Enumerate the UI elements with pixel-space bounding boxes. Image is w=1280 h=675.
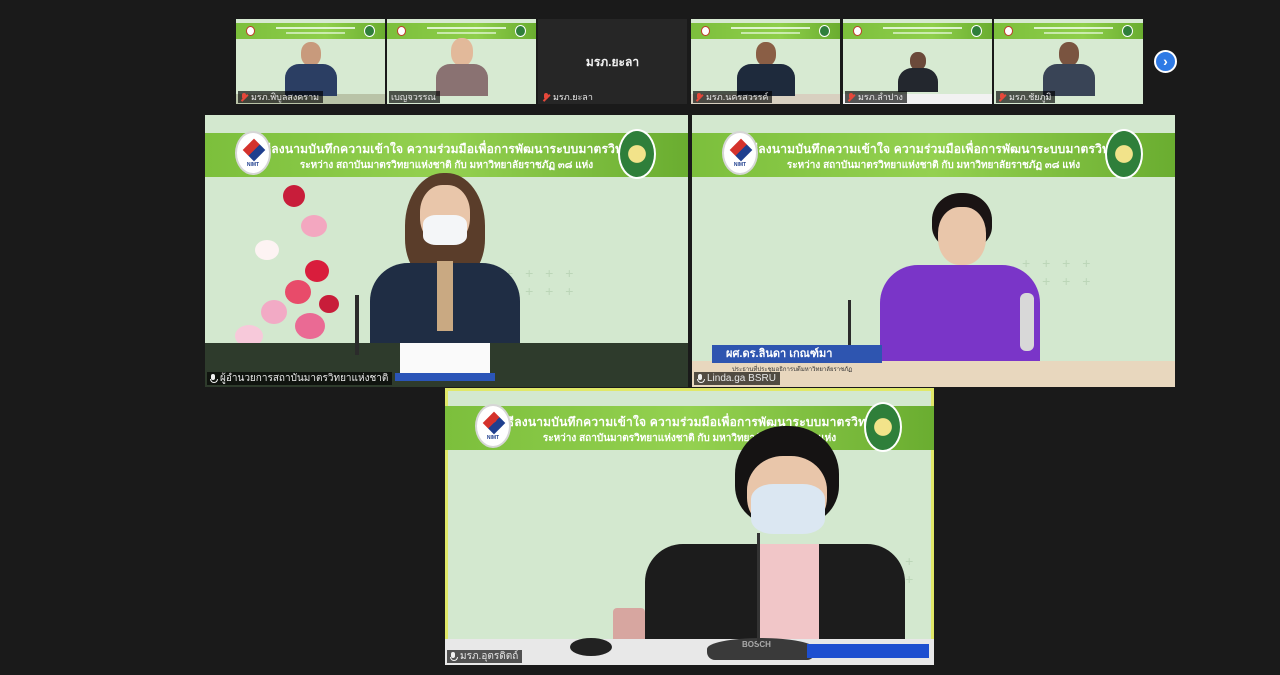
mic-muted-icon <box>998 92 1006 102</box>
participant-thumbnail[interactable]: มรภ.ชัยภูมิ <box>994 19 1143 104</box>
participant-name: ผู้อำนวยการสถาบันมาตรวิทยาแห่งชาติ <box>220 373 389 384</box>
participant-display-name: มรภ.ยะลา <box>585 55 640 69</box>
banner-title: พิธีลงนามบันทึกความเข้าใจ ความร่วมมือเพื… <box>498 415 881 429</box>
participant-name: มรภ.ชัยภูมิ <box>1009 92 1052 102</box>
participant-name: มรภ.พิบูลสงคราม <box>251 92 320 102</box>
mic-icon <box>209 374 218 383</box>
mic-muted-icon <box>240 92 248 102</box>
mic-muted-icon <box>847 92 855 102</box>
participant-name-tag: เบญจวรรณ <box>389 91 440 103</box>
participant-name-tag: มรภ.พิบูลสงคราม <box>238 91 324 103</box>
mic-icon <box>449 652 458 661</box>
mic-muted-icon <box>695 92 703 102</box>
video-tile-right[interactable]: + + + + + + + + พิธีลงนามบันทึกความเข้าใ… <box>692 115 1175 387</box>
participant-name: มรภ.ลำปาง <box>858 92 903 102</box>
participant-thumbnail[interactable]: มรภ.ยะลา มรภ.ยะลา <box>538 19 687 104</box>
ceremony-banner: พิธีลงนามบันทึกความเข้าใจ ความร่วมมือเพื… <box>205 133 688 177</box>
banner-subtitle: ระหว่าง สถาบันมาตรวิทยาแห่งชาติ กับ มหาว… <box>542 433 837 444</box>
next-page-button[interactable]: › <box>1154 50 1177 73</box>
participant-name-tag: มรภ.ยะลา <box>540 91 597 103</box>
video-tile-active-speaker[interactable]: + + + + + + พิธีลงนามบันทึกความเข้าใจ คว… <box>445 388 934 665</box>
participant-name-tag: มรภ.อุตรดิตถ์ <box>447 650 523 663</box>
nimt-logo: NIMT <box>475 404 511 448</box>
chevron-right-icon: › <box>1163 53 1168 69</box>
participant-name: Linda.ga BSRU <box>707 373 776 384</box>
participant-thumbnail[interactable]: เบญจวรรณ <box>387 19 536 104</box>
participant-thumbnail[interactable]: มรภ.ลำปาง <box>843 19 992 104</box>
university-seal-icon <box>864 402 902 452</box>
conference-mic-base: BOSCH <box>707 638 815 660</box>
participant-name: มรภ.ยะลา <box>553 92 593 102</box>
participant-name: เบญจวรรณ <box>391 92 436 102</box>
nimt-logo: NIMT <box>722 131 758 175</box>
mic-icon <box>696 374 705 383</box>
participant-name-tag: ผู้อำนวยการสถาบันมาตรวิทยาแห่งชาติ <box>207 372 393 385</box>
participant-name-tag: มรภ.นครสวรรค์ <box>693 91 773 103</box>
banner-title: พิธีลงนามบันทึกความเข้าใจ ความร่วมมือเพื… <box>255 142 638 156</box>
speaker-nameplate: ผศ.ดร.ลินดา เกณฑ์มา <box>712 345 882 363</box>
participant-thumbnail[interactable]: มรภ.พิบูลสงคราม <box>236 19 385 104</box>
nimt-logo: NIMT <box>235 131 271 175</box>
banner-subtitle: ระหว่าง สถาบันมาตรวิทยาแห่งชาติ กับ มหาว… <box>786 160 1081 171</box>
university-seal-icon <box>1105 129 1143 179</box>
computer-mouse-icon <box>570 638 612 656</box>
participant-thumbnail[interactable]: มรภ.นครสวรรค์ <box>691 19 840 104</box>
mic-muted-icon <box>542 92 550 102</box>
ceremony-banner: พิธีลงนามบันทึกความเข้าใจ ความร่วมมือเพื… <box>445 406 934 450</box>
participant-name: มรภ.นครสวรรค์ <box>706 92 769 102</box>
participant-name-tag: Linda.ga BSRU <box>694 372 780 385</box>
podcast-mic-icon <box>1020 293 1034 351</box>
video-tile-left[interactable]: + + + + + + + + พิธีลงนามบันทึกความเข้าใ… <box>205 115 688 387</box>
banner-subtitle: ระหว่าง สถาบันมาตรวิทยาแห่งชาติ กับ มหาว… <box>299 160 594 171</box>
participant-name: มรภ.อุตรดิตถ์ <box>460 651 519 662</box>
ceremony-banner: พิธีลงนามบันทึกความเข้าใจ ความร่วมมือเพื… <box>692 133 1175 177</box>
banner-title: พิธีลงนามบันทึกความเข้าใจ ความร่วมมือเพื… <box>742 142 1125 156</box>
university-seal-icon <box>618 129 656 179</box>
participant-name-tag: มรภ.ชัยภูมิ <box>996 91 1056 103</box>
participant-name-tag: มรภ.ลำปาง <box>845 91 907 103</box>
